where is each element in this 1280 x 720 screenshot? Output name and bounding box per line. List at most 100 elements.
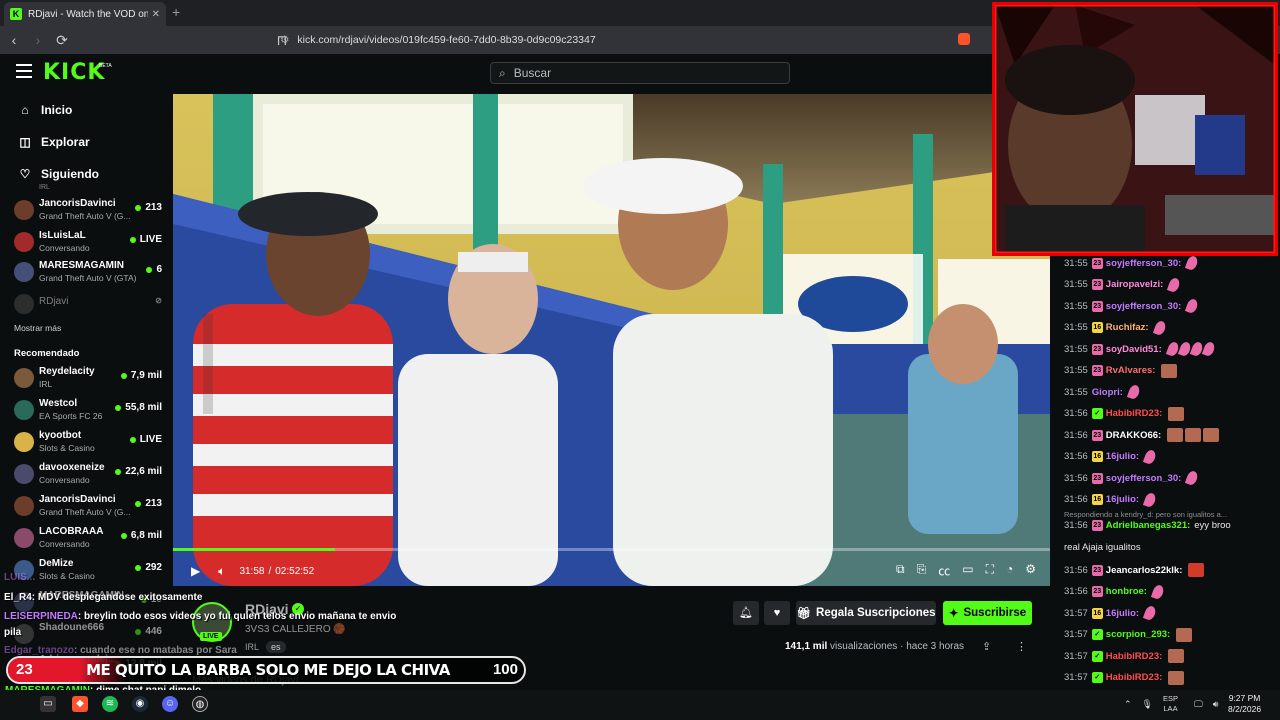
following-item[interactable]: MARESMAGAMIN Grand Theft Auto V (GTA) 6	[14, 258, 166, 288]
chat-message[interactable]: 31:56 23 honbroe:	[1064, 583, 1166, 600]
chat-username[interactable]: Ruchifaz:	[1106, 322, 1149, 333]
play-icon[interactable]: ▶	[191, 564, 200, 578]
share-icon[interactable]: ⇪	[982, 640, 991, 653]
chat-message[interactable]: 31:56 16 16julio:	[1064, 448, 1158, 465]
steam-taskbar-icon[interactable]: ◉	[132, 696, 148, 712]
tab-close-icon[interactable]: ✕	[152, 9, 160, 20]
back-icon[interactable]: ‹	[4, 32, 24, 48]
chat-message[interactable]: 31:55 23 soyDavid51:	[1064, 340, 1216, 358]
chat-username[interactable]: HabibiRD23:	[1106, 651, 1162, 662]
discord-taskbar-icon[interactable]: ☺	[162, 696, 178, 712]
chat-username[interactable]: Jairopavelzi:	[1106, 279, 1164, 290]
recommended-item[interactable]: DeMize Slots & Casino 292	[14, 556, 166, 586]
brave-shield-icon[interactable]	[958, 33, 970, 45]
menu-icon[interactable]	[16, 64, 32, 78]
pip-icon[interactable]: ⧉	[896, 562, 905, 579]
chat-message[interactable]: 31:55 23 RvAlvares:	[1064, 363, 1178, 378]
following-item[interactable]: JancorisDavinci Grand Theft Auto V (G...…	[14, 196, 166, 226]
address-bar[interactable]: ⚙ kick.com/rdjavi/videos/019fc459-fe60-7…	[280, 31, 596, 49]
reload-icon[interactable]: ⟳	[52, 32, 72, 49]
show-more-link[interactable]: Mostrar más	[14, 323, 61, 333]
nav-label: Explorar	[41, 135, 90, 149]
network-icon[interactable]: 🖵︎	[1194, 699, 1203, 710]
obs-taskbar-icon[interactable]: ◍	[192, 696, 208, 712]
chat-badge-icon: 16	[1091, 451, 1103, 462]
clip-icon[interactable]: ⎘	[917, 562, 927, 579]
kick-logo[interactable]: KICK	[43, 60, 105, 85]
chat-username[interactable]: Adrielbanegas321:	[1106, 520, 1190, 531]
chat-username[interactable]: DRAKKO66:	[1106, 430, 1161, 441]
video-progress-bar[interactable]	[173, 548, 1050, 551]
volume-tray-icon[interactable]: 🔊︎	[1213, 699, 1219, 710]
recommended-item[interactable]: JancorisDavinci Grand Theft Auto V (G... 2…	[14, 492, 166, 522]
recommended-item[interactable]: Reydelacity IRL 7,9 mil	[14, 364, 166, 394]
nav-siguiendo[interactable]: ♡ Siguiendo	[18, 164, 99, 184]
chat-message[interactable]: 31:55 Giopri:	[1064, 383, 1142, 401]
nav-inicio[interactable]: ⌂ Inicio	[18, 100, 72, 120]
video-player[interactable]	[173, 94, 1050, 586]
following-item[interactable]: IsLuisLaL Conversando LIVE	[14, 228, 166, 258]
theater-icon[interactable]: ▭	[962, 562, 973, 579]
chat-message[interactable]: 31:55 16 Ruchifaz:	[1064, 319, 1167, 336]
notification-bell-button[interactable]: 🔔︎	[733, 601, 759, 625]
clock[interactable]: 9:27 PM 8/2/2026	[1228, 693, 1261, 715]
chat-username[interactable]: 16julio:	[1106, 451, 1139, 462]
category-tag[interactable]: IRL	[245, 642, 259, 652]
mic-icon[interactable]: 🎙︎	[1142, 699, 1153, 710]
chat-username[interactable]: RvAlvares:	[1106, 365, 1156, 376]
chat-time: 31:56	[1064, 451, 1088, 462]
chat-username[interactable]: soyjefferson_30:	[1106, 301, 1182, 312]
chat-message[interactable]: 31:56 23 Jeancarlos22klk:	[1064, 563, 1205, 577]
recommended-item[interactable]: Westcol EA Sports FC 26 55,8 mil	[14, 396, 166, 426]
brave-taskbar-icon[interactable]: ◆	[72, 696, 88, 712]
follow-heart-button[interactable]: ♥	[764, 601, 790, 625]
language-indicator[interactable]: ESP LAA	[1163, 694, 1178, 714]
recommended-item[interactable]: kyootbot Slots & Casino LIVE	[14, 428, 166, 458]
chat-message[interactable]: 31:57 16 16julio:	[1064, 604, 1158, 622]
search-input[interactable]: ⌕ Buscar	[490, 62, 790, 84]
chat-username[interactable]: HabibiRD23:	[1106, 672, 1162, 683]
chat-username[interactable]: soyDavid51:	[1106, 344, 1162, 355]
chat-message[interactable]: 31:57 ✓ HabibiRD23:	[1064, 670, 1185, 685]
more-options-icon[interactable]: ⋮	[1016, 640, 1027, 653]
chat-username[interactable]: Giopri:	[1092, 387, 1123, 398]
fullscreen-icon[interactable]: ⛶	[986, 562, 994, 579]
chat-username[interactable]: 16julio:	[1106, 608, 1139, 619]
chat-message[interactable]: 31:55 23 Jairopavelzi:	[1064, 276, 1182, 293]
chat-username[interactable]: soyjefferson_30:	[1106, 473, 1182, 484]
recommended-item[interactable]: davooxeneize Conversando 22,6 mil	[14, 460, 166, 490]
chat-username[interactable]: HabibiRD23:	[1106, 408, 1162, 419]
tray-expand-icon[interactable]: ⌃	[1124, 699, 1132, 710]
captions-icon[interactable]: ㏄	[938, 562, 950, 579]
new-tab-button[interactable]: +	[172, 4, 180, 20]
site-settings-icon[interactable]: ⚙	[280, 34, 289, 46]
chat-message[interactable]: 31:56 23 soyjefferson_30:	[1064, 469, 1200, 487]
chat-message[interactable]: real Ajaja igualitos	[1064, 542, 1141, 553]
chat-message[interactable]: 31:57 ✓ scorpion_293:	[1064, 627, 1193, 642]
forward-icon[interactable]: ›	[28, 32, 48, 48]
language-tag[interactable]: es	[266, 641, 286, 653]
chat-message[interactable]: 31:56 16 16julio:	[1064, 491, 1158, 508]
volume-icon[interactable]: 🔈︎	[218, 564, 225, 579]
chat-message[interactable]: 31:56 ✓ HabibiRD23:	[1064, 406, 1185, 421]
subscribe-button[interactable]: ✦ Suscribirse	[943, 601, 1032, 625]
nav-explorar[interactable]: ◫ Explorar	[18, 132, 90, 152]
chat-username[interactable]: soyjefferson_30:	[1106, 258, 1182, 269]
chat-message[interactable]: 31:56 23 Adrielbanegas321: eyy broo	[1064, 520, 1231, 531]
chat-message[interactable]: 31:57 ✓ HabibiRD23:	[1064, 649, 1185, 663]
gift-subs-button[interactable]: 🎁︎ Regala Suscripciones	[796, 601, 936, 625]
chat-username[interactable]: 16julio:	[1106, 494, 1139, 505]
chat-message[interactable]: 31:55 23 soyjefferson_30:	[1064, 254, 1200, 272]
chat-message[interactable]: 31:56 23 DRAKKO66:	[1064, 428, 1220, 442]
chat-message[interactable]: 31:55 23 soyjefferson_30:	[1064, 297, 1200, 315]
chat-username[interactable]: Jeancarlos22klk:	[1106, 565, 1183, 576]
speed-icon[interactable]: ◔	[1006, 562, 1013, 579]
spotify-taskbar-icon[interactable]: ≋	[102, 696, 118, 712]
settings-icon[interactable]: ⚙	[1025, 562, 1036, 579]
search-taskbar-icon[interactable]: ▭	[40, 696, 56, 712]
following-item-offline[interactable]: RDjavi ⊘	[14, 290, 166, 320]
chat-username[interactable]: scorpion_293:	[1106, 629, 1170, 640]
browser-tab[interactable]: K RDjavi - Watch the VOD on Kick ✕	[4, 2, 166, 26]
recommended-item[interactable]: LACOBRAAA Conversando 6,8 mil	[14, 524, 166, 554]
chat-username[interactable]: honbroe:	[1106, 586, 1147, 597]
